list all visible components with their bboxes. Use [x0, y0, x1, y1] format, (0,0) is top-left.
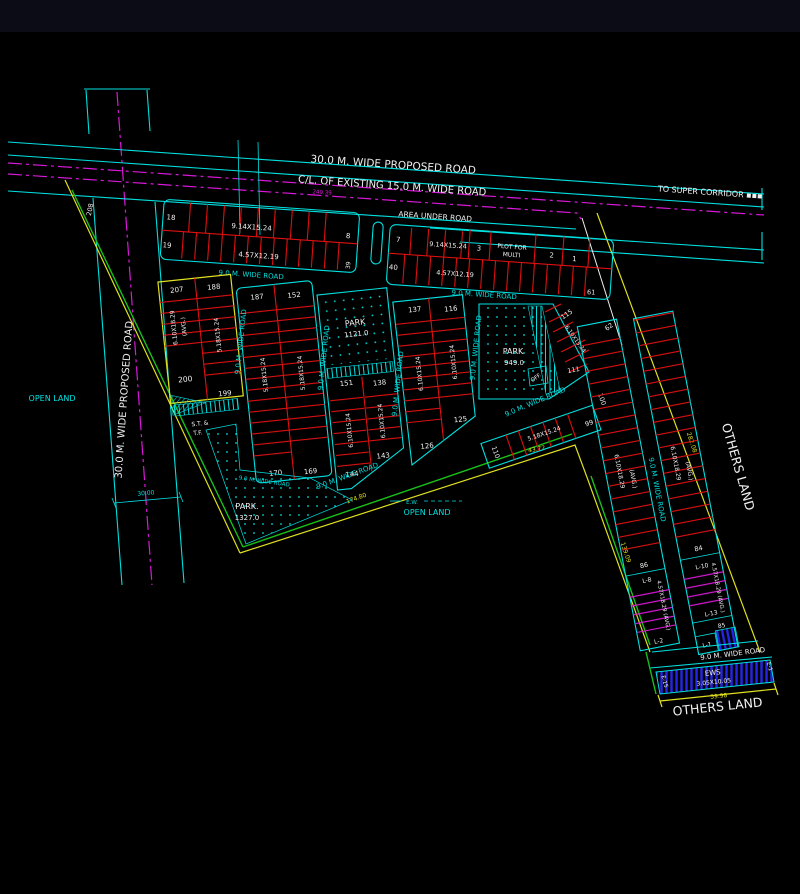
label-open-land-center: OPEN LAND	[404, 508, 451, 517]
ews-small-block	[716, 627, 739, 650]
park-949-label: PARK	[503, 347, 524, 356]
plot-152: 152	[287, 291, 301, 300]
plot-7: 7	[396, 236, 401, 244]
plot-61: 61	[587, 288, 596, 297]
plot-187: 187	[250, 293, 264, 302]
plot-2: 2	[549, 251, 554, 259]
site-plan-canvas[interactable]: 30.0 M. WIDE PROPOSED ROAD C/L. OF EXIST…	[0, 0, 800, 894]
plot-39: 39	[345, 261, 353, 269]
plot-40: 40	[389, 263, 398, 272]
plot-138: 138	[373, 378, 387, 387]
plot-125: 125	[453, 415, 467, 424]
plot-188: 188	[207, 283, 221, 292]
block-a: 18 9.14X15.24 8 19 4.57X12.19 39	[160, 199, 360, 273]
plot-207: 207	[170, 285, 184, 294]
top-strip	[0, 0, 800, 32]
cad-viewport: 30.0 M. WIDE PROPOSED ROAD C/L. OF EXIST…	[0, 0, 800, 894]
park-949-area: 949.0	[504, 359, 524, 367]
label-ew: E.W.	[406, 500, 418, 506]
plot-169: 169	[304, 467, 318, 476]
plot-1: 1	[572, 255, 577, 263]
park-1327-label: PARK.	[235, 502, 258, 511]
plot-84: 84	[694, 544, 704, 553]
plot-19: 19	[162, 241, 171, 250]
park-1327-area: 1327.0	[235, 514, 260, 522]
plot-137: 137	[408, 305, 422, 314]
plot-3: 3	[476, 244, 481, 252]
label-tf: T.F.	[192, 429, 203, 437]
plot-199: 199	[218, 389, 232, 398]
plot-8: 8	[346, 232, 351, 240]
label-open-land-west: OPEN LAND	[29, 394, 76, 403]
plot-116: 116	[444, 304, 459, 313]
plot-86: 86	[639, 561, 649, 570]
plot-143: 143	[376, 451, 390, 460]
plot-126: 126	[420, 442, 435, 451]
plot-18: 18	[166, 213, 175, 222]
plot-200: 200	[178, 374, 193, 384]
plot-multi-line2: MULTI	[503, 251, 521, 259]
ews-label: EWS	[705, 668, 722, 678]
plot-151: 151	[339, 379, 353, 388]
